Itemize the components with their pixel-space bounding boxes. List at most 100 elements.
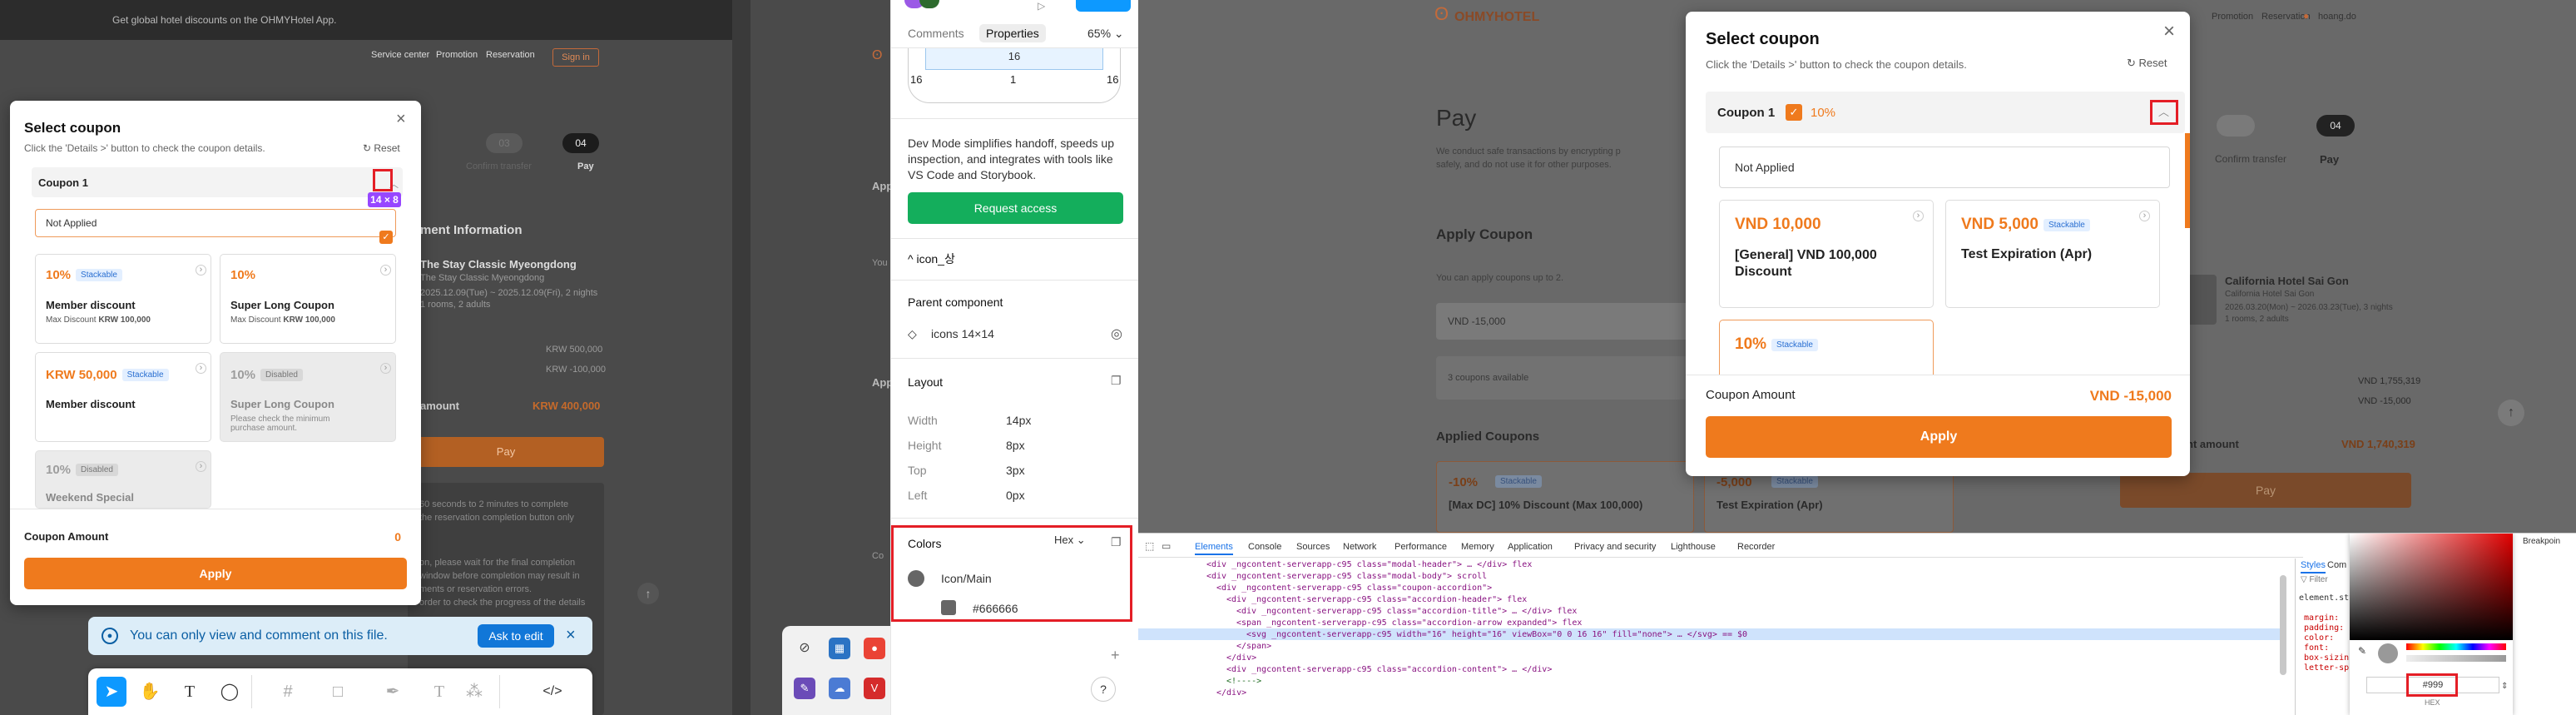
tab-styles[interactable]: Styles xyxy=(2301,560,2326,573)
tab-performance[interactable]: Performance xyxy=(1395,542,1447,552)
text-tool-icon[interactable]: T xyxy=(175,677,205,707)
close-icon[interactable]: × xyxy=(566,626,576,645)
app-icon[interactable]: V xyxy=(864,678,885,699)
dom-line[interactable]: <div _ngcontent-serverapp-c95 class="cou… xyxy=(1216,583,1492,593)
coupon-select-field[interactable]: VND -15,000 xyxy=(1436,303,1694,340)
tab-console[interactable]: Console xyxy=(1248,542,1281,552)
coupon-card[interactable]: VND 10,000 › [General] VND 100,000 Disco… xyxy=(1719,200,1934,308)
add-icon[interactable]: + xyxy=(1111,647,1120,664)
dom-line-selected[interactable]: <svg _ngcontent-serverapp-c95 width="16"… xyxy=(1246,630,1747,639)
dom-line[interactable]: </div> xyxy=(1216,688,1246,698)
scroll-top-icon[interactable]: ↑ xyxy=(2498,400,2524,426)
text-tool-2-icon[interactable]: T xyxy=(424,677,454,707)
chevron-up-icon[interactable]: ︿ xyxy=(2158,103,2169,119)
color-hex-value[interactable]: #666666 xyxy=(973,602,1018,615)
layout-left-value: 0px xyxy=(1006,489,1025,502)
dom-line[interactable]: <div _ngcontent-serverapp-c95 class="acc… xyxy=(1226,595,1527,604)
not-applied-option[interactable]: Not Applied xyxy=(35,209,396,237)
hex-label: HEX xyxy=(2425,698,2440,707)
avatar[interactable] xyxy=(919,0,939,8)
filter-icon: ▽ xyxy=(2301,575,2310,584)
dev-mode-icon[interactable]: </> xyxy=(537,677,567,707)
tab-elements[interactable]: Elements xyxy=(1195,542,1233,555)
close-icon[interactable]: × xyxy=(396,111,406,127)
hand-tool-icon[interactable]: ✋ xyxy=(135,677,165,707)
dom-line[interactable]: <span _ngcontent-serverapp-c95 class="ac… xyxy=(1236,618,1582,628)
scrollbar-thumb[interactable] xyxy=(2185,133,2190,228)
apply-button[interactable]: Apply xyxy=(1706,416,2172,458)
figma-canvas[interactable]: Get global hotel discounts on the OHMYHo… xyxy=(0,0,890,715)
app-icon[interactable]: ● xyxy=(864,638,885,659)
zoom-dropdown[interactable]: 65% ⌄ xyxy=(1087,27,1124,41)
dom-line[interactable]: <div _ngcontent-serverapp-c95 class="acc… xyxy=(1226,665,1552,674)
target-icon[interactable]: ◎ xyxy=(1111,325,1122,342)
coupon-card[interactable]: 10% Stackable › Member discount Max Disco… xyxy=(35,254,211,344)
accordion-header[interactable]: Coupon 1 ✓ 10% ︿ xyxy=(1706,92,2185,133)
reset-button[interactable]: ↻ Reset xyxy=(363,142,400,154)
reset-button[interactable]: ↻ Reset xyxy=(2127,57,2167,70)
inspect-icon[interactable]: ⬚ xyxy=(1145,540,1154,552)
tab-application[interactable]: Application xyxy=(1508,542,1553,552)
share-button[interactable] xyxy=(1076,0,1131,12)
toolbar-divider xyxy=(251,675,252,708)
copy-icon[interactable]: ❐ xyxy=(1111,374,1122,388)
parent-component-name[interactable]: icons 14×14 xyxy=(931,327,994,340)
frame-tool-icon[interactable]: # xyxy=(273,677,303,707)
scrollbar[interactable] xyxy=(2280,575,2286,675)
copy-icon[interactable]: ❐ xyxy=(1111,535,1122,549)
price-row-1: KRW 500,000 xyxy=(546,345,603,355)
apply-button[interactable]: Apply xyxy=(24,558,407,589)
dom-line[interactable]: <div _ngcontent-serverapp-c95 class="mod… xyxy=(1206,572,1487,581)
details-arrow-icon[interactable]: › xyxy=(2139,211,2150,221)
ask-to-edit-button[interactable]: Ask to edit xyxy=(478,624,554,648)
tab-lighthouse[interactable]: Lighthouse xyxy=(1671,542,1716,552)
dom-line[interactable]: </span> xyxy=(1236,642,1271,651)
coupon-name: Weekend Special xyxy=(46,491,134,504)
device-toggle-icon[interactable]: ▭ xyxy=(1162,540,1171,552)
accordion-header[interactable]: Coupon 1 ︿ xyxy=(32,167,403,197)
eye-off-icon[interactable]: ⊘ xyxy=(794,638,815,659)
color-format-dropdown[interactable]: Hex ⌄ xyxy=(1054,534,1086,547)
details-arrow-icon[interactable]: › xyxy=(196,363,206,374)
hue-slider[interactable] xyxy=(2406,643,2506,650)
saturation-area[interactable] xyxy=(2350,534,2513,640)
dom-line[interactable]: <div _ngcontent-serverapp-c95 class="acc… xyxy=(1236,607,1577,616)
dom-line[interactable]: <div _ngcontent-serverapp-c95 class="mod… xyxy=(1206,560,1532,569)
tab-network[interactable]: Network xyxy=(1343,542,1376,552)
eyedropper-icon[interactable]: ✎ xyxy=(2358,645,2366,657)
not-applied-option[interactable]: Not Applied xyxy=(1719,146,2170,188)
details-arrow-icon[interactable]: › xyxy=(1913,211,1924,221)
dom-line[interactable]: <!----> xyxy=(1226,677,1261,686)
app-icon[interactable]: ✎ xyxy=(794,678,815,699)
help-icon[interactable]: ? xyxy=(1091,677,1116,702)
tab-properties[interactable]: Properties xyxy=(979,24,1046,42)
play-icon[interactable]: ▷ xyxy=(1038,0,1045,12)
coupon-card[interactable]: KRW 50,000 Stackable › Member discount xyxy=(35,352,211,442)
tab-comments[interactable]: Comments xyxy=(908,27,964,40)
alpha-slider[interactable] xyxy=(2406,655,2506,662)
request-access-button[interactable]: Request access xyxy=(908,192,1123,224)
tab-computed[interactable]: Com xyxy=(2327,560,2346,570)
app-icon[interactable]: ☁ xyxy=(829,678,850,699)
app-icon[interactable]: ▦ xyxy=(829,638,850,659)
shape-tool-icon[interactable]: □ xyxy=(323,677,353,707)
color-picker[interactable]: ✎ #999 HEX ⇕ xyxy=(2350,534,2513,715)
close-icon[interactable]: × xyxy=(2163,22,2175,42)
tab-sources[interactable]: Sources xyxy=(1296,542,1330,552)
tab-privacy[interactable]: Privacy and security xyxy=(1574,542,1656,552)
comment-tool-icon[interactable]: ◯ xyxy=(215,677,245,707)
format-toggle-icon[interactable]: ⇕ xyxy=(2501,682,2508,691)
coupon-card[interactable]: 10% › Super Long Coupon Max Discount KRW… xyxy=(220,254,396,344)
tab-recorder[interactable]: Recorder xyxy=(1737,542,1775,552)
details-arrow-icon[interactable]: › xyxy=(380,265,391,276)
coupon-card[interactable]: VND 5,000 Stackable › Test Expiration (Ap… xyxy=(1945,200,2160,308)
components-icon[interactable]: ⁂ xyxy=(459,677,489,707)
layer-name[interactable]: ^ icon_상 xyxy=(908,251,955,267)
pen-tool-icon[interactable]: ✒ xyxy=(378,677,408,707)
coupon-card[interactable]: 10% Stackable xyxy=(1719,320,1934,375)
filter-input[interactable]: ▽ Filter xyxy=(2301,575,2328,584)
move-tool-icon[interactable]: ➤ xyxy=(97,677,126,707)
tab-memory[interactable]: Memory xyxy=(1461,542,1494,552)
dom-line[interactable]: </div> xyxy=(1226,653,1256,663)
details-arrow-icon[interactable]: › xyxy=(196,265,206,276)
